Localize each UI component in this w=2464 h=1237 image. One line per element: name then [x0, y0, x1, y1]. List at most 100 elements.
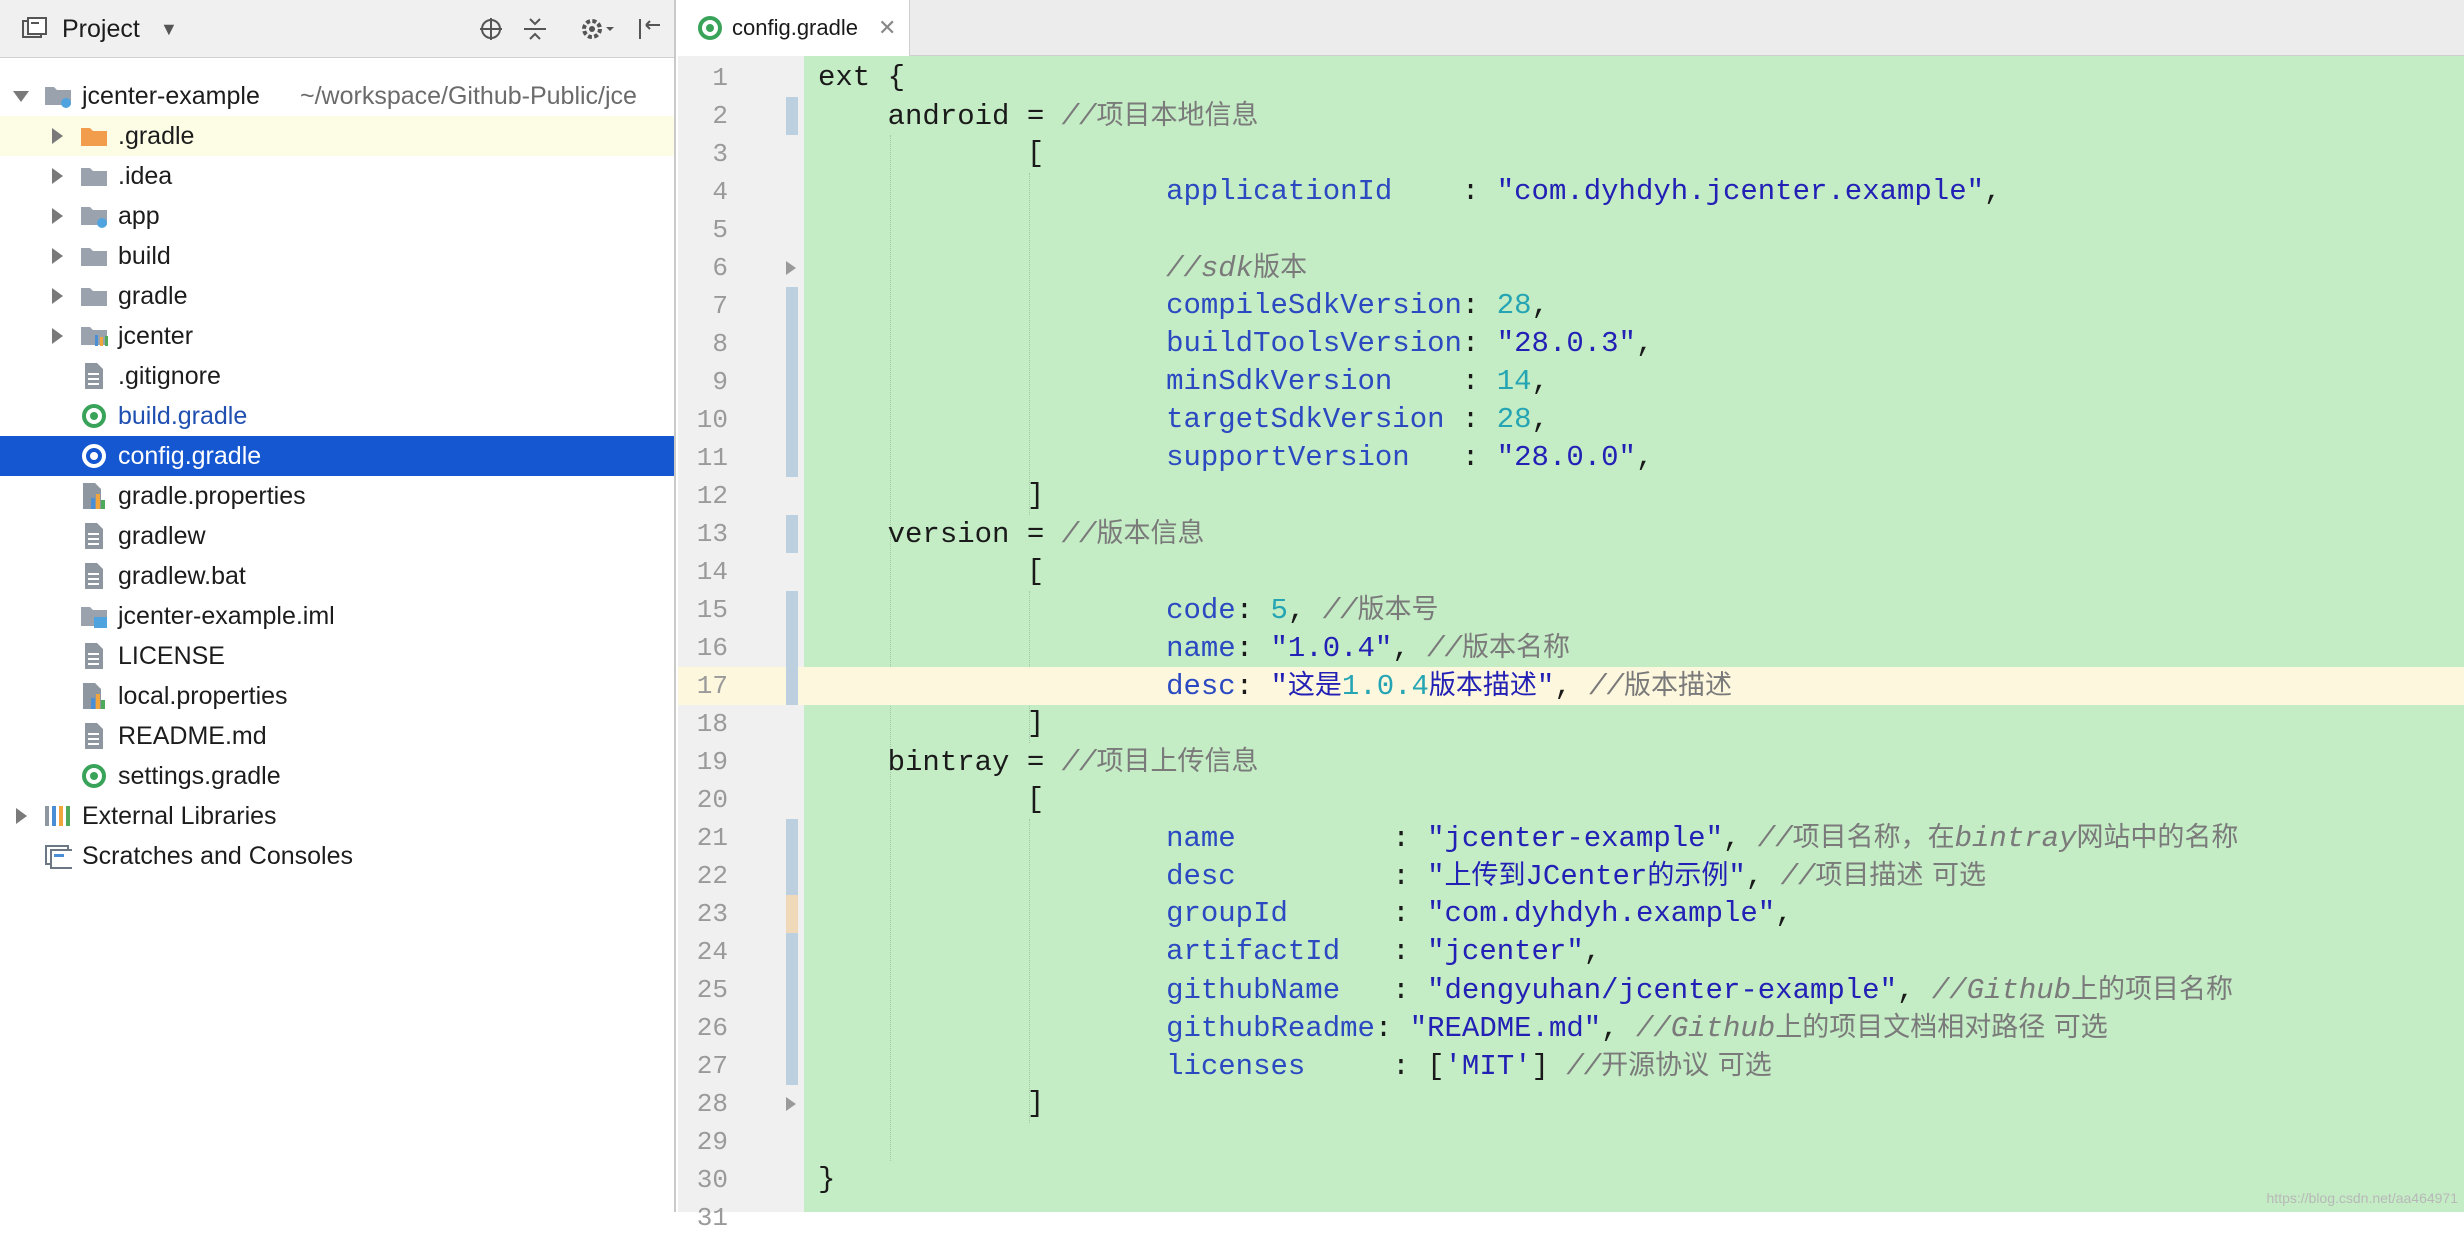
code-token: ": [1728, 860, 1746, 893]
fold-icon[interactable]: [786, 261, 796, 275]
tree-item[interactable]: .idea: [0, 156, 674, 196]
code-token: licenses: [1166, 1050, 1306, 1083]
tree-item[interactable]: jcenter-example ~/workspace/Github-Public…: [0, 76, 674, 116]
tree-item[interactable]: jcenter: [0, 316, 674, 356]
code-line[interactable]: 26 githubReadme: "README.md", //Github上的…: [678, 1009, 2464, 1047]
close-icon[interactable]: ✕: [878, 15, 896, 41]
project-panel-title[interactable]: Project: [62, 0, 140, 58]
code-line[interactable]: 19 bintray = //项目上传信息: [678, 743, 2464, 781]
change-marker[interactable]: [786, 287, 798, 477]
tree-item[interactable]: .gradle: [0, 116, 674, 156]
code-line[interactable]: 5: [678, 211, 2464, 249]
chevron-right-icon[interactable]: [48, 167, 66, 185]
tree-item[interactable]: build: [0, 236, 674, 276]
tree-item[interactable]: gradle: [0, 276, 674, 316]
chevron-down-icon[interactable]: ▼: [160, 0, 178, 58]
code-line[interactable]: 24 artifactId : "jcenter",: [678, 933, 2464, 971]
gear-icon[interactable]: [580, 0, 614, 58]
code-line[interactable]: 23 groupId : "com.dyhdyh.example",: [678, 895, 2464, 933]
tree-item[interactable]: gradlew.bat: [0, 556, 674, 596]
code-line[interactable]: 28 ]: [678, 1085, 2464, 1123]
code-token: :: [1235, 822, 1428, 855]
code-line[interactable]: 4 applicationId : "com.dyhdyh.jcenter.ex…: [678, 173, 2464, 211]
tree-item[interactable]: External Libraries: [0, 796, 674, 836]
locate-file-icon[interactable]: [478, 0, 504, 58]
code-line[interactable]: 16 name: "1.0.4", //版本名称: [678, 629, 2464, 667]
chevron-right-icon[interactable]: [12, 807, 30, 825]
code-line[interactable]: 7 compileSdkVersion: 28,: [678, 287, 2464, 325]
code-text: compileSdkVersion: 28,: [818, 287, 1549, 325]
hide-panel-icon[interactable]: [636, 0, 662, 58]
code-line[interactable]: 6 //sdk版本: [678, 249, 2464, 287]
tree-item[interactable]: README.md: [0, 716, 674, 756]
change-marker[interactable]: [786, 933, 798, 1085]
code-token: ": [1427, 860, 1445, 893]
code-line[interactable]: 8 buildToolsVersion: "28.0.3",: [678, 325, 2464, 363]
tree-item[interactable]: .gitignore: [0, 356, 674, 396]
tree-item-label: .gradle: [118, 121, 195, 150]
code-line[interactable]: 12 ]: [678, 477, 2464, 515]
code-text: name: "1.0.4", //版本名称: [818, 629, 1570, 668]
code-token: ,: [1531, 403, 1549, 436]
tree-item[interactable]: local.properties: [0, 676, 674, 716]
code-line[interactable]: 22 desc : "上传到JCenter的示例", //项目描述 可选: [678, 857, 2464, 895]
fold-icon[interactable]: [786, 1097, 796, 1111]
code-line[interactable]: 15 code: 5, //版本号: [678, 591, 2464, 629]
code-line[interactable]: 20 [: [678, 781, 2464, 819]
code-line[interactable]: 1 ext {: [678, 59, 2464, 97]
code-line[interactable]: 11 supportVersion : "28.0.0",: [678, 439, 2464, 477]
tree-item[interactable]: gradlew: [0, 516, 674, 556]
code-line[interactable]: 18 ]: [678, 705, 2464, 743]
code-line[interactable]: 29: [678, 1123, 2464, 1161]
tab-config-gradle[interactable]: config.gradle ✕: [678, 0, 910, 56]
change-marker[interactable]: [786, 591, 798, 705]
line-number: 8: [712, 329, 728, 359]
code-line[interactable]: 31: [678, 1199, 2464, 1237]
code-token: targetSdkVersion: [1166, 403, 1445, 436]
code-token: "28.0.0": [1496, 441, 1636, 474]
tree-item-label: app: [118, 201, 160, 230]
tree-item[interactable]: gradle.properties: [0, 476, 674, 516]
code-line[interactable]: 14 [: [678, 553, 2464, 591]
change-marker[interactable]: [786, 515, 798, 553]
change-marker[interactable]: [786, 819, 798, 895]
code-line[interactable]: 30}: [678, 1161, 2464, 1199]
code-text: githubReadme: "README.md", //Github上的项目文…: [818, 1009, 2108, 1048]
code-line[interactable]: 25 githubName : "dengyuhan/jcenter-examp…: [678, 971, 2464, 1009]
code-line[interactable]: 21 name : "jcenter-example", //项目名称，在bin…: [678, 819, 2464, 857]
code-line[interactable]: 10 targetSdkVersion : 28,: [678, 401, 2464, 439]
code-line[interactable]: 13 version = //版本信息: [678, 515, 2464, 553]
code-token: 14: [1496, 365, 1532, 398]
code-token: ]: [818, 1087, 1045, 1120]
change-marker[interactable]: [786, 895, 798, 933]
code-line[interactable]: 9 minSdkVersion : 14,: [678, 363, 2464, 401]
chevron-right-icon[interactable]: [48, 287, 66, 305]
chevron-right-icon[interactable]: [48, 127, 66, 145]
code-line[interactable]: 3 [: [678, 135, 2464, 173]
code-token: }: [818, 1163, 836, 1196]
code-line[interactable]: 17 desc: "这是1.0.4版本描述", //版本描述: [678, 667, 2464, 705]
code-line[interactable]: 27 licenses : ['MIT'] //开源协议 可选: [678, 1047, 2464, 1085]
chevron-down-icon[interactable]: [12, 87, 30, 105]
tree-item[interactable]: settings.gradle: [0, 756, 674, 796]
tree-item[interactable]: Scratches and Consoles: [0, 836, 674, 876]
chevron-right-icon[interactable]: [48, 207, 66, 225]
code-text: [: [818, 781, 1044, 819]
tree-item[interactable]: LICENSE: [0, 636, 674, 676]
code-token: 开源协议 可选: [1601, 1050, 1772, 1081]
tree-item-label: .gitignore: [118, 361, 221, 390]
tree-item[interactable]: config.gradle: [0, 436, 674, 476]
tree-item[interactable]: build.gradle: [0, 396, 674, 436]
code-text: minSdkVersion : 14,: [818, 363, 1549, 401]
code-line[interactable]: 2 android = //项目本地信息: [678, 97, 2464, 135]
change-marker[interactable]: [786, 97, 798, 135]
chevron-right-icon[interactable]: [48, 247, 66, 265]
text-file-icon: [80, 362, 108, 390]
chevron-right-icon[interactable]: [48, 327, 66, 345]
collapse-all-icon[interactable]: [522, 0, 548, 58]
tree-item[interactable]: jcenter-example.iml: [0, 596, 674, 636]
tree-item[interactable]: app: [0, 196, 674, 236]
code-text: bintray = //项目上传信息: [818, 743, 1259, 782]
